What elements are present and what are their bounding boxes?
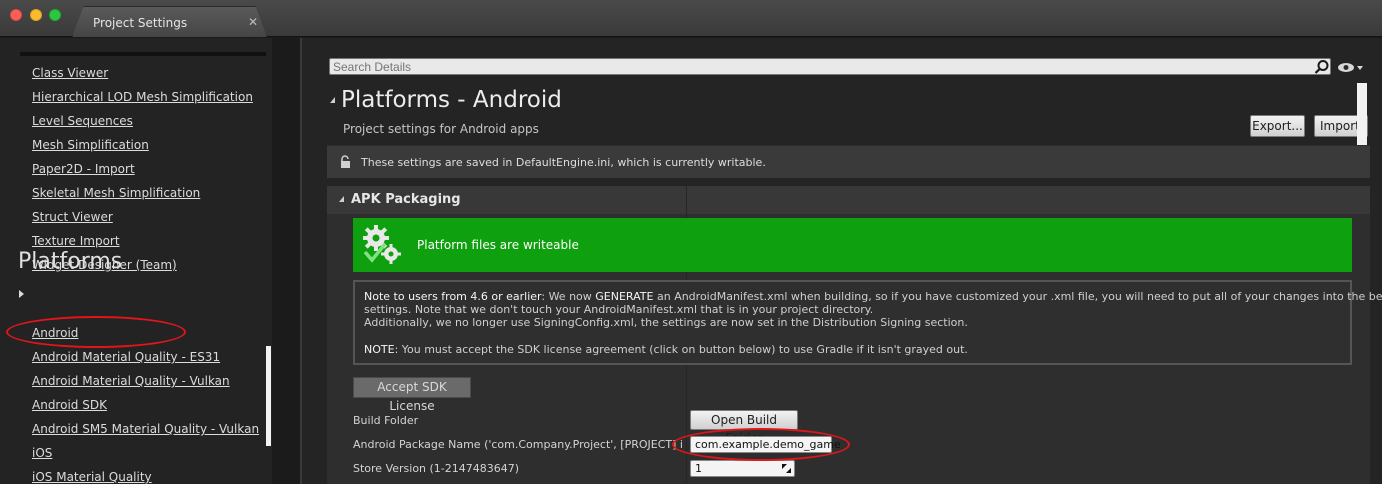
note-text-tail: an AndroidManifest.xml when building, so… [653, 290, 1382, 303]
sidebar-item[interactable]: Hierarchical LOD Mesh Simplification [32, 90, 253, 104]
store-version-field[interactable]: 1 [690, 460, 795, 477]
window-maximize-button[interactable] [49, 9, 61, 21]
note-line-3: Additionally, we no longer use SigningCo… [364, 316, 968, 329]
search-input[interactable] [330, 59, 1290, 74]
unlocked-icon [341, 155, 350, 168]
sidebar-item[interactable]: Mesh Simplification [32, 138, 149, 152]
note-license-text: : You must accept the SDK license agreem… [394, 343, 968, 356]
section-title: APK Packaging [351, 192, 461, 207]
page-title: Platforms - Android [341, 87, 562, 113]
resize-arrows-icon[interactable] [782, 464, 791, 473]
note-label: NOTE [364, 343, 395, 356]
sidebar-item[interactable]: Level Sequences [32, 114, 133, 128]
visibility-eye-icon[interactable] [1337, 62, 1363, 73]
sidebar-category-platforms: Platforms [18, 249, 123, 274]
title-bar: Project Settings ✕ [0, 0, 1382, 37]
note-heading: Note to users from 4.6 or earlier [364, 290, 542, 303]
open-build-folder-button[interactable]: Open Build Folder [690, 410, 798, 445]
sidebar-item[interactable]: iOS [32, 446, 52, 460]
note-line-2: settings. Note that we don't touch your … [364, 303, 874, 316]
sidebar-item[interactable]: Android SM5 Material Quality - Vulkan [32, 422, 259, 436]
sidebar-item[interactable]: Struct Viewer [32, 210, 113, 224]
package-name-label: Android Package Name ('com.Company.Proje… [353, 438, 683, 451]
tab-close-icon[interactable]: ✕ [248, 15, 258, 29]
search-icon[interactable] [1314, 59, 1330, 75]
gears-check-icon [363, 225, 401, 264]
sidebar-item[interactable]: Skeletal Mesh Simplification [32, 186, 200, 200]
annotation-circle-android [6, 316, 186, 348]
window-close-button[interactable] [10, 9, 22, 21]
platform-status-text: Platform files are writeable [417, 238, 579, 252]
section-column-divider [686, 186, 687, 214]
section-collapse-icon[interactable] [339, 196, 344, 202]
accept-sdk-license-button[interactable]: Accept SDK License [353, 377, 471, 413]
store-version-value: 1 [695, 462, 702, 475]
config-info-text: These settings are saved in DefaultEngin… [361, 156, 766, 169]
sidebar-item[interactable]: Class Viewer [32, 66, 108, 80]
export-button[interactable]: Export... [1250, 115, 1305, 137]
tab-project-settings[interactable]: Project Settings ✕ [72, 6, 267, 37]
section-header-apk-packaging[interactable] [327, 186, 1370, 214]
window-minimize-button[interactable] [30, 9, 42, 21]
page-subtitle: Project settings for Android apps [343, 122, 539, 136]
annotation-circle-package-name [672, 428, 850, 461]
note-text: : We now [541, 290, 596, 303]
selected-arrow-icon [19, 290, 24, 298]
tab-title: Project Settings [93, 16, 188, 30]
store-version-label: Store Version (1-2147483647) [353, 462, 520, 475]
sidebar-item[interactable]: Android Material Quality - Vulkan [32, 374, 230, 388]
sidebar-item[interactable]: iOS Material Quality [32, 470, 152, 484]
panel-splitter[interactable] [272, 38, 300, 484]
sidebar-item[interactable]: Android SDK [32, 398, 107, 412]
sidebar-top-scroll-edge [20, 52, 266, 56]
sidebar-item[interactable]: Paper2D - Import [32, 162, 135, 176]
search-box[interactable] [329, 58, 1331, 75]
note-line-4: NOTE: You must accept the SDK license ag… [364, 343, 968, 356]
note-line-1: Note to users from 4.6 or earlier: We no… [364, 290, 1382, 303]
note-emphasis: GENERATE [595, 290, 654, 303]
sidebar-scrollbar[interactable] [266, 346, 271, 446]
collapse-arrow-icon[interactable] [330, 97, 335, 103]
sidebar-item[interactable]: Texture Import [32, 234, 120, 248]
build-folder-label: Build Folder [353, 414, 419, 427]
sidebar-item[interactable]: Android Material Quality - ES31 [32, 350, 220, 364]
